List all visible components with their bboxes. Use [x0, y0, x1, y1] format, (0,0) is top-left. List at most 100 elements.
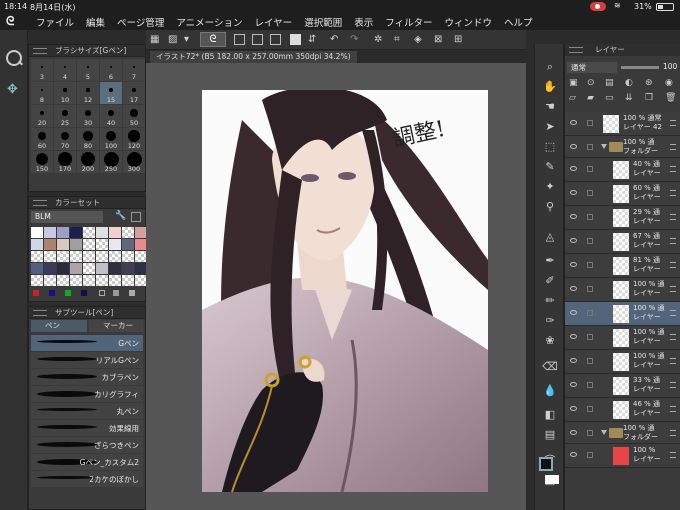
deselect-icon[interactable]: ⊠ [434, 33, 442, 46]
sub-tool-item[interactable]: カリグラフィ [31, 386, 143, 402]
layer-menu-icon[interactable] [670, 310, 676, 316]
brush-size-cell[interactable]: 17 [123, 82, 145, 104]
color-swatch[interactable] [96, 263, 108, 274]
color-swatch[interactable] [57, 251, 69, 262]
color-swatch[interactable] [83, 227, 95, 238]
color-swatch[interactable] [44, 275, 56, 286]
color-swatch[interactable] [96, 251, 108, 262]
merge-icon[interactable]: ⇊ [625, 93, 637, 103]
app-logo-icon[interactable]: ᘓ [6, 14, 14, 29]
auto-select-icon[interactable]: ✦ [542, 180, 558, 194]
layer-menu-icon[interactable] [670, 406, 676, 412]
color-swatch[interactable] [122, 275, 134, 286]
airbrush-icon[interactable]: ✑ [542, 314, 558, 328]
brush-size-cell[interactable]: 300 [123, 151, 145, 173]
brush-size-cell[interactable]: 200 [77, 151, 99, 173]
move-icon[interactable]: ✋ [542, 80, 558, 94]
color-swatch[interactable] [44, 251, 56, 262]
eyedropper-tool-icon[interactable]: ⚲ [542, 200, 558, 214]
color-swatch[interactable] [31, 239, 43, 250]
layer-row[interactable]: 46 % 通レイヤー [565, 398, 680, 422]
layer-lock-checkbox[interactable] [587, 334, 593, 340]
gradient-icon[interactable]: ▤ [542, 428, 558, 442]
color-swatch[interactable] [122, 239, 134, 250]
brush-size-cell[interactable]: 250 [100, 151, 122, 173]
layer-lock-checkbox[interactable] [587, 144, 593, 150]
color-swatch[interactable] [83, 239, 95, 250]
replace-color-icon[interactable] [113, 290, 119, 296]
color-swatch[interactable] [109, 239, 121, 250]
color-swatch[interactable] [122, 251, 134, 262]
canvas-navigation-icon[interactable]: ✥ [7, 82, 18, 97]
layer-row[interactable]: 29 % 通レイヤー [565, 206, 680, 230]
brush-size-cell[interactable]: 70 [54, 128, 76, 150]
brush-size-cell[interactable]: 150 [31, 151, 53, 173]
brush-size-header[interactable]: ブラシサイズ[Gペン] [29, 45, 145, 57]
reference-icon[interactable]: ▤ [605, 78, 617, 88]
color-set-header[interactable]: カラーセット [29, 197, 145, 209]
visibility-eye-icon[interactable] [570, 262, 577, 267]
save-icon[interactable] [270, 34, 281, 45]
layer-lock-checkbox[interactable] [587, 238, 593, 244]
wrench-icon[interactable]: 🔧 [115, 211, 126, 221]
color-swatch[interactable] [57, 275, 69, 286]
brush-size-cell[interactable]: 40 [100, 105, 122, 127]
visibility-eye-icon[interactable] [570, 382, 577, 387]
brush-size-cell[interactable]: 7 [123, 59, 145, 81]
layer-menu-icon[interactable] [670, 120, 676, 126]
layer-menu-icon[interactable] [670, 382, 676, 388]
color-swatch[interactable] [70, 251, 82, 262]
folder-expand-icon[interactable] [601, 144, 607, 149]
lock-icon[interactable]: ⊙ [587, 78, 599, 88]
add-color-icon[interactable] [99, 290, 105, 296]
mask-icon[interactable]: ⊛ [645, 78, 657, 88]
visibility-eye-icon[interactable] [570, 286, 577, 291]
swatch-navy[interactable] [81, 290, 87, 296]
layer-row[interactable]: 100 % 通レイヤー [565, 326, 680, 350]
swap-icon[interactable]: ⇵ [308, 33, 316, 46]
color-swatch[interactable] [57, 227, 69, 238]
panel-grip-icon[interactable] [569, 47, 583, 53]
tab-marker[interactable]: マーカー [89, 320, 143, 332]
swatch-green[interactable] [65, 290, 71, 296]
eraser-icon[interactable]: ⌫ [542, 360, 558, 374]
brush-size-cell[interactable]: 30 [77, 105, 99, 127]
visibility-eye-icon[interactable] [570, 166, 577, 171]
panel-grip-icon[interactable] [33, 310, 47, 316]
quick-access-icon[interactable]: ᘓ [200, 32, 226, 47]
pencil-icon[interactable]: ✐ [542, 274, 558, 288]
color-swatch[interactable] [122, 227, 134, 238]
layer-menu-icon[interactable] [670, 286, 676, 292]
sub-color-swatch[interactable] [545, 475, 559, 484]
canvas-icon[interactable]: ▨ [168, 33, 177, 46]
invert-selection-icon[interactable]: ⊞ [454, 33, 462, 46]
menu-item[interactable]: ページ管理 [117, 15, 164, 29]
new-vector-layer-icon[interactable]: ▰ [587, 93, 599, 103]
layer-lock-checkbox[interactable] [587, 382, 593, 388]
swatch-red[interactable] [33, 290, 39, 296]
brush-size-cell[interactable]: 120 [123, 128, 145, 150]
color-swatch[interactable] [31, 251, 43, 262]
brush-icon[interactable]: ✏ [542, 294, 558, 308]
new-file-icon[interactable] [234, 34, 245, 45]
sub-tool-item[interactable]: ざらつきペン [31, 437, 143, 453]
decoration-icon[interactable]: ❀ [542, 334, 558, 348]
brush-size-cell[interactable]: 6 [100, 59, 122, 81]
document-tab[interactable]: イラスト72* (B5 182.00 x 257.00mm 350dpi 34.… [150, 51, 357, 63]
folder-expand-icon[interactable] [601, 430, 607, 435]
draft-icon[interactable]: ◐ [625, 78, 637, 88]
menu-item[interactable]: フィルター [385, 15, 432, 29]
layer-menu-icon[interactable] [670, 144, 676, 150]
palette-icon[interactable]: ◉ [665, 78, 677, 88]
opacity-value[interactable]: 100 [663, 62, 677, 71]
layer-lock-checkbox[interactable] [587, 358, 593, 364]
new-folder-icon[interactable]: ▭ [605, 93, 617, 103]
tab-pen[interactable]: ペン [31, 320, 87, 332]
screen-record-icon[interactable] [590, 2, 606, 11]
sub-tool-item[interactable]: 効果線用 [31, 420, 143, 436]
blend-mode-select[interactable]: 通常 [567, 62, 617, 73]
layer-lock-checkbox[interactable] [587, 262, 593, 268]
color-swatch[interactable] [70, 275, 82, 286]
panel-grip-icon[interactable] [33, 200, 47, 206]
brush-size-cell[interactable]: 5 [77, 59, 99, 81]
